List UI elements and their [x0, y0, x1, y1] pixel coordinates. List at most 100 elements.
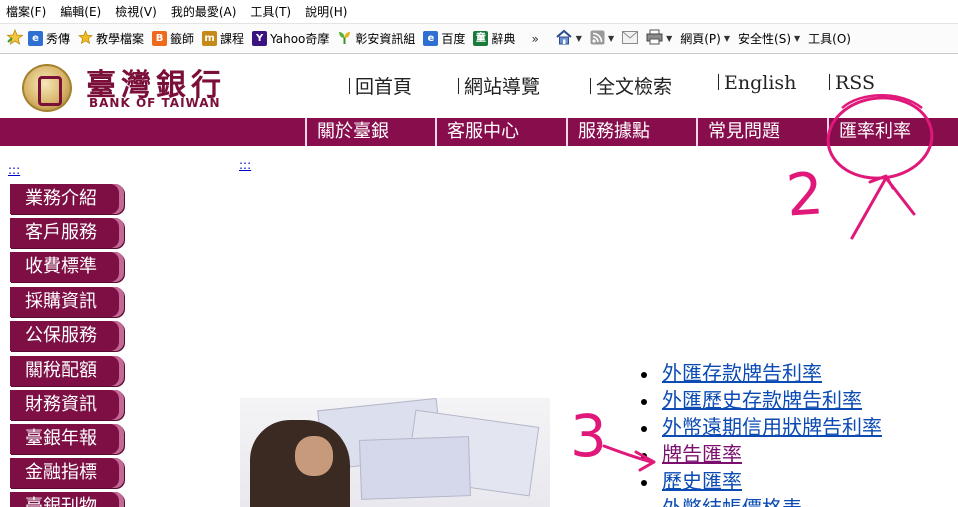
menu-help[interactable]: 說明(H): [305, 3, 347, 20]
sidebar-item-procurement[interactable]: 採購資訊: [10, 287, 124, 317]
link-historical-exchange-rates[interactable]: 歷史匯率: [662, 469, 742, 493]
favorite-label: 辭典: [491, 32, 516, 46]
sidebar-item-fees[interactable]: 收費標準: [10, 252, 124, 282]
plant-icon: [337, 30, 352, 48]
link-home-label: 回首頁: [355, 76, 413, 98]
favorite-link[interactable]: 彰安資訊組: [337, 30, 415, 48]
banking-photo: [240, 398, 550, 507]
yahoo-icon: Y: [252, 31, 268, 46]
separator: [590, 78, 591, 94]
chevron-down-icon[interactable]: ▼: [666, 34, 672, 43]
favorite-label: 課程: [220, 32, 245, 46]
nav-tab-faq[interactable]: 常見問題: [696, 118, 827, 146]
nav-tab-customer-service[interactable]: 客服中心: [435, 118, 566, 146]
link-fulltext-search[interactable]: 全文檢索: [590, 72, 672, 99]
nav-tab-exchange-rates[interactable]: 匯率利率: [827, 118, 958, 146]
link-fx-historical-deposit-rates[interactable]: 外匯歷史存款牌告利率: [662, 388, 862, 412]
link-english[interactable]: English: [718, 72, 796, 94]
rss-feed-icon: [590, 30, 605, 48]
favorites-overflow-chevron[interactable]: »: [531, 32, 538, 46]
tools-menu-button[interactable]: 工具(O): [808, 30, 851, 47]
favorite-label: 秀傳: [46, 32, 71, 46]
list-item: 牌告匯率: [640, 441, 882, 468]
link-rss[interactable]: RSS: [829, 72, 875, 94]
nav-tab-branches[interactable]: 服務據點: [566, 118, 696, 146]
annotation-step-3: 3: [570, 402, 607, 470]
chevron-down-icon[interactable]: ▼: [608, 34, 614, 43]
menu-file[interactable]: 檔案(F): [6, 3, 46, 20]
highlight-circle-tail: [841, 94, 923, 109]
home-button[interactable]: ▼: [555, 29, 582, 48]
favorite-link[interactable]: m 課程: [202, 30, 244, 47]
link-home[interactable]: 回首頁: [349, 72, 412, 99]
page-menu-label: 網頁(P): [680, 32, 721, 46]
feeds-button[interactable]: ▼: [590, 30, 614, 48]
favorite-link[interactable]: Y Yahoo奇摩: [252, 30, 329, 47]
favorite-link[interactable]: 童 辭典: [473, 30, 515, 47]
chevron-down-icon: ▼: [723, 34, 731, 43]
favorite-link[interactable]: e 秀傳: [28, 30, 70, 47]
bullet-icon: [641, 399, 647, 405]
favorite-link[interactable]: e 百度: [423, 30, 465, 47]
sidebar-item-insurance[interactable]: 公保服務: [10, 321, 124, 351]
sidebar-item-tariff-quota[interactable]: 關稅配額: [10, 356, 124, 386]
separator: [718, 74, 719, 90]
sidebar-item-publications[interactable]: 臺銀刊物: [10, 492, 124, 507]
annotation-step-2: 2: [784, 159, 826, 229]
bullet-icon: [641, 426, 647, 432]
menu-favorites[interactable]: 我的最愛(A): [171, 3, 237, 20]
sidebar-item-business[interactable]: 業務介紹: [10, 184, 124, 214]
sidebar-item-financial-info[interactable]: 財務資訊: [10, 390, 124, 420]
menu-tools[interactable]: 工具(T): [250, 3, 291, 20]
nav-tab-about[interactable]: 關於臺銀: [305, 118, 435, 146]
ie-page-icon: e: [28, 31, 43, 46]
print-button[interactable]: ▼: [646, 29, 672, 48]
bank-logo-emblem[interactable]: [22, 64, 72, 112]
sidebar-item-financial-indicators[interactable]: 金融指標: [10, 458, 124, 488]
menu-view[interactable]: 檢視(V): [115, 3, 157, 20]
favorites-bar: e 秀傳 教學檔案 B 籤師 m 課程 Y Yahoo奇摩 彰安資訊組 e 百度…: [0, 24, 958, 54]
mail-button[interactable]: [622, 30, 639, 47]
accesskey-left[interactable]: :::: [8, 163, 20, 177]
favorite-link[interactable]: B 籤師: [152, 30, 194, 47]
favorite-label: 百度: [441, 32, 466, 46]
link-fx-deposit-rates[interactable]: 外匯存款牌告利率: [662, 361, 822, 385]
separator: [458, 78, 459, 94]
bank-logo-english: BANK OF TAIWAN: [89, 96, 221, 110]
bullet-icon: [641, 480, 647, 486]
accesskey-center[interactable]: :::: [239, 158, 251, 172]
link-fx-settlement-price-table[interactable]: 外幣結帳價格表: [662, 496, 802, 507]
list-item: 外幣結帳價格表: [640, 495, 882, 507]
page-menu-button[interactable]: 網頁(P) ▼: [680, 30, 730, 47]
arrow-step2: [850, 174, 916, 240]
list-item: 外匯存款牌告利率: [640, 360, 882, 387]
favorites-star-icon[interactable]: [6, 28, 24, 48]
bullet-icon: [641, 372, 647, 378]
mail-icon: [622, 30, 639, 47]
link-sitemap-label: 網站導覽: [464, 76, 541, 98]
ie-page-icon: e: [423, 31, 439, 46]
list-item: 外幣遠期信用狀牌告利率: [640, 414, 882, 441]
sidebar-item-annual-report[interactable]: 臺銀年報: [10, 424, 124, 454]
rate-links-list: 外匯存款牌告利率 外匯歷史存款牌告利率 外幣遠期信用狀牌告利率 牌告匯率 歷史匯…: [640, 360, 882, 507]
face-shape: [295, 436, 333, 476]
link-posted-exchange-rates[interactable]: 牌告匯率: [662, 442, 742, 466]
bullet-icon: [641, 453, 647, 459]
list-item: 外匯歷史存款牌告利率: [640, 387, 882, 414]
favorite-link[interactable]: 教學檔案: [78, 29, 144, 48]
safety-menu-label: 安全性(S): [738, 32, 791, 46]
dictionary-icon: 童: [473, 31, 489, 46]
menu-edit[interactable]: 編輯(E): [60, 3, 101, 20]
link-forward-lc-rates[interactable]: 外幣遠期信用狀牌告利率: [662, 415, 882, 439]
chevron-down-icon: ▼: [794, 34, 801, 43]
link-english-label: English: [724, 72, 797, 94]
print-icon: [646, 29, 663, 48]
safety-menu-button[interactable]: 安全性(S) ▼: [738, 30, 800, 47]
document-shape: [358, 436, 472, 500]
star-icon: [78, 29, 93, 48]
chevron-down-icon[interactable]: ▼: [576, 34, 582, 43]
sidebar-item-customer-service[interactable]: 客戶服務: [10, 218, 124, 248]
list-item: 歷史匯率: [640, 468, 882, 495]
link-rss-label: RSS: [835, 72, 876, 94]
link-sitemap[interactable]: 網站導覽: [458, 72, 540, 99]
